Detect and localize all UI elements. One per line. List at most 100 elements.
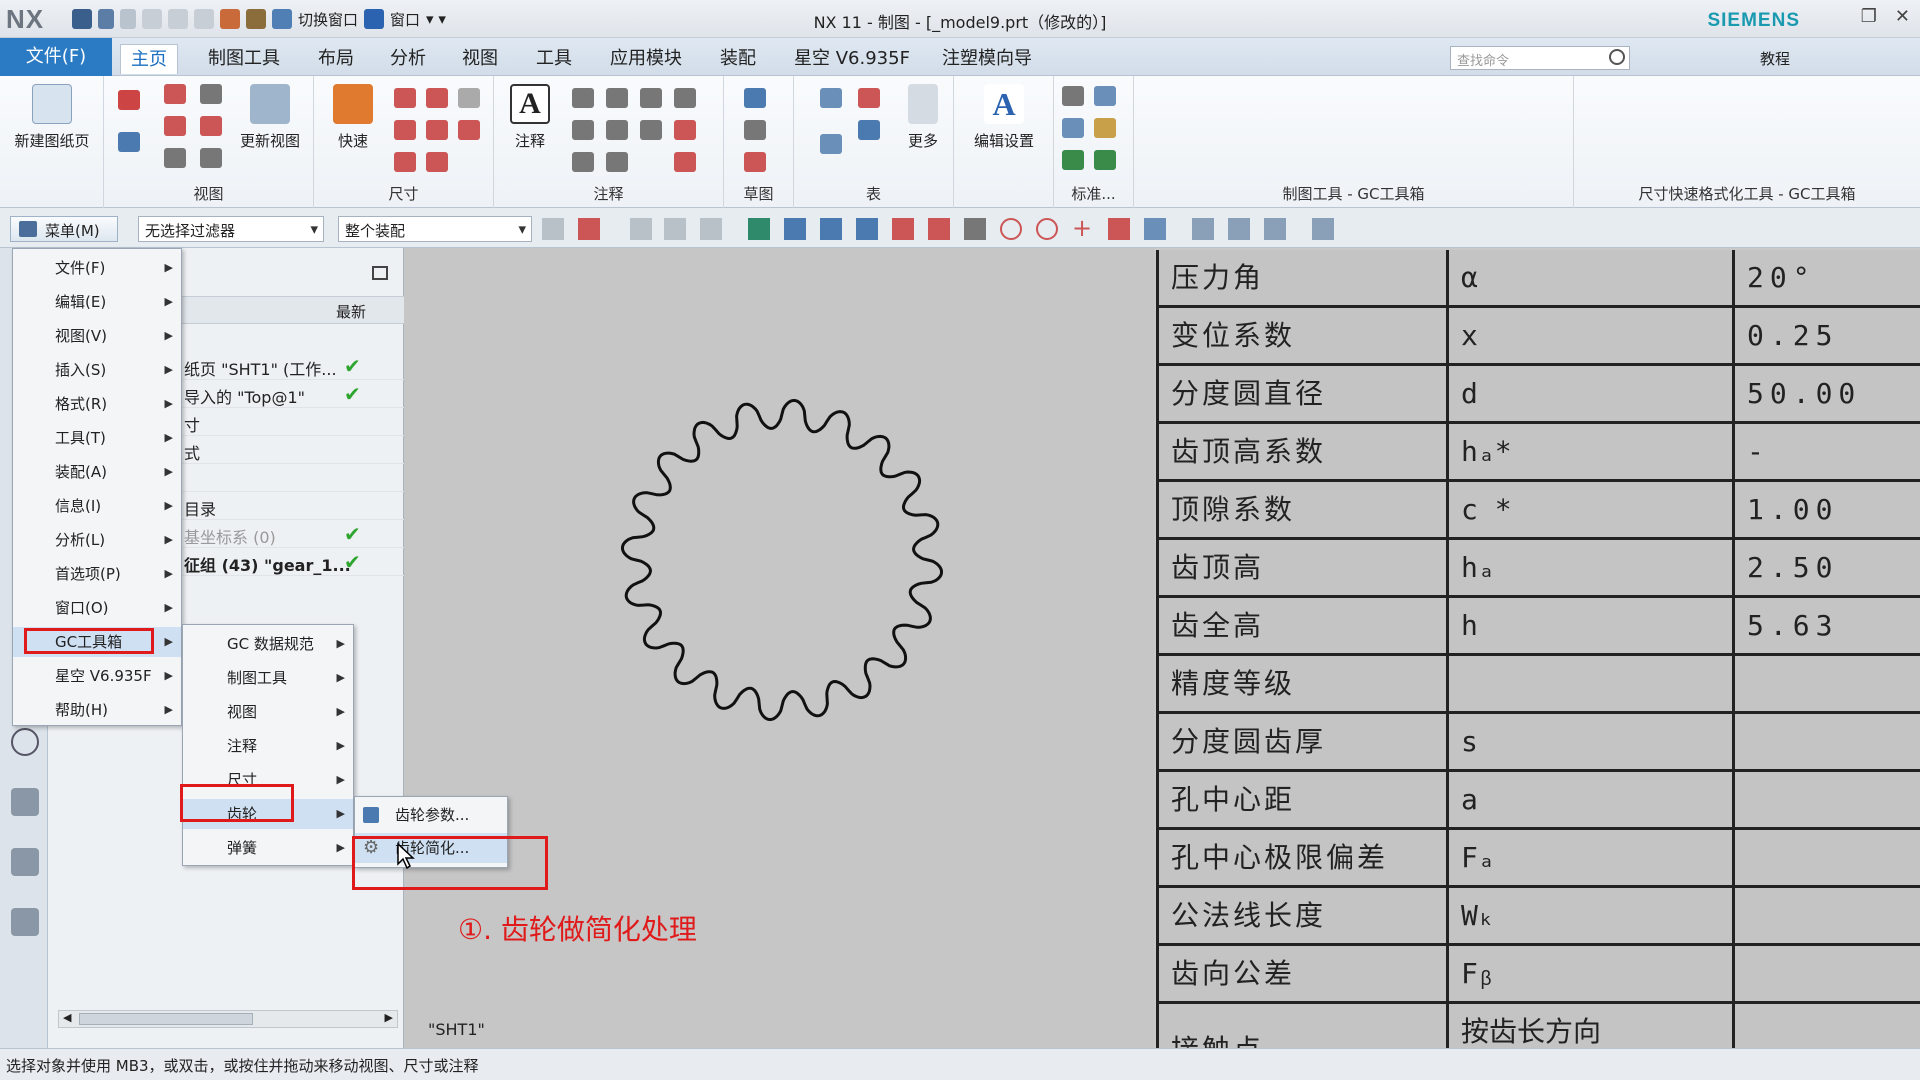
tab-mold-wizard[interactable]: 注塑模向导 (932, 44, 1042, 74)
tab-application[interactable]: 应用模块 (600, 44, 692, 74)
snap-icon[interactable] (820, 218, 842, 240)
base-view-icon[interactable] (118, 90, 140, 110)
menu-item-format[interactable]: 格式(R) ▶ (13, 389, 181, 419)
selection-tool-icon[interactable] (542, 218, 564, 240)
dimension-icon[interactable] (394, 88, 416, 108)
snap-icon[interactable] (1108, 218, 1130, 240)
history-icon[interactable] (11, 728, 39, 756)
tutorial-button[interactable]: 教程 (1760, 48, 1790, 69)
tab-drafting-tools[interactable]: 制图工具 (198, 44, 290, 74)
menu-item-view[interactable]: 视图(V) ▶ (13, 321, 181, 351)
annotation-tool-icon[interactable] (606, 120, 628, 140)
dimension-icon[interactable] (426, 88, 448, 108)
dimension-icon[interactable] (458, 120, 480, 140)
annotation-tool-icon[interactable] (572, 88, 594, 108)
tab-tools[interactable]: 工具 (526, 44, 582, 74)
annotation-tool-icon[interactable] (572, 120, 594, 140)
circle-snap-icon[interactable] (1036, 218, 1058, 240)
snap-icon[interactable] (892, 218, 914, 240)
plus-snap-icon[interactable]: + (1072, 216, 1094, 240)
hatch-icon[interactable] (674, 120, 696, 140)
rectangle-icon[interactable] (744, 120, 766, 140)
annotation-button[interactable]: A 注释 (502, 84, 558, 151)
balloon-icon[interactable] (858, 88, 880, 108)
menu-button[interactable]: 菜单(M) (10, 216, 118, 242)
submenu-item-annotation[interactable]: 注释 ▶ (183, 731, 353, 761)
view-tool-icon[interactable] (1228, 218, 1250, 240)
close-icon[interactable]: ✕ (1895, 6, 1910, 27)
menu-item-tools[interactable]: 工具(T) ▶ (13, 423, 181, 453)
quick-dimension-button[interactable]: 快速 (328, 84, 378, 151)
standard-icon[interactable] (1062, 86, 1084, 106)
sketch-icon[interactable] (744, 88, 766, 108)
annotation-tool-icon[interactable] (606, 88, 628, 108)
snap-icon[interactable] (784, 218, 806, 240)
tab-view[interactable]: 视图 (452, 44, 508, 74)
scrollbar-thumb[interactable] (79, 1013, 253, 1025)
dimension-icon[interactable] (426, 120, 448, 140)
gear-parameters-item[interactable]: 齿轮参数... (355, 800, 507, 830)
navigator-icon[interactable] (11, 908, 39, 936)
view-tool-icon[interactable] (1264, 218, 1286, 240)
view-icon[interactable] (200, 148, 222, 168)
snap-icon[interactable] (748, 218, 770, 240)
tab-layout[interactable]: 布局 (308, 44, 364, 74)
roles-icon[interactable] (11, 788, 39, 816)
dimension-icon[interactable] (458, 88, 480, 108)
tab-analysis[interactable]: 分析 (380, 44, 436, 74)
menu-item-window[interactable]: 窗口(O) ▶ (13, 593, 181, 623)
snap-icon[interactable] (964, 218, 986, 240)
annotation-tool-icon[interactable] (674, 152, 696, 172)
annotation-tool-icon[interactable] (674, 88, 696, 108)
tab-home[interactable]: 主页 (120, 44, 178, 74)
line-icon[interactable] (744, 152, 766, 172)
menu-item-insert[interactable]: 插入(S) ▶ (13, 355, 181, 385)
rectangle-select-icon[interactable] (700, 218, 722, 240)
menu-item-assembly[interactable]: 装配(A) ▶ (13, 457, 181, 487)
scroll-left-icon[interactable]: ◀ (63, 1011, 71, 1024)
annotation-tool-icon[interactable] (572, 152, 594, 172)
submenu-item-view[interactable]: 视图 ▶ (183, 697, 353, 727)
annotation-tool-icon[interactable] (640, 120, 662, 140)
selection-tool-icon[interactable] (578, 218, 600, 240)
center-snap-icon[interactable] (1000, 218, 1022, 240)
dimension-icon[interactable] (394, 152, 416, 172)
annotation-tool-icon[interactable] (606, 152, 628, 172)
submenu-item-gc-data-spec[interactable]: GC 数据规范 ▶ (183, 629, 353, 659)
parts-list-icon[interactable] (858, 120, 880, 140)
selection-tool-icon[interactable] (630, 218, 652, 240)
more-button[interactable]: 更多 (898, 84, 948, 151)
restore-icon[interactable]: ❐ (1861, 6, 1877, 27)
selection-tool-icon[interactable] (664, 218, 686, 240)
menu-item-analysis[interactable]: 分析(L) ▶ (13, 525, 181, 555)
gear-parameter-table[interactable]: 压力角 α 20° 变位系数 x 0.25 分度圆直径 d 50.00 齿顶高系数 hₐ* - … (1156, 250, 1920, 1066)
horizontal-scrollbar[interactable]: ◀ ▶ (58, 1010, 398, 1028)
annotation-tool-icon[interactable] (640, 88, 662, 108)
view-icon[interactable] (200, 84, 222, 104)
menu-item-xingkong[interactable]: 星空 V6.935F ▶ (13, 661, 181, 691)
projected-view-icon[interactable] (118, 132, 140, 152)
snap-icon[interactable] (928, 218, 950, 240)
table-icon[interactable] (820, 134, 842, 154)
standard-icon[interactable] (1062, 150, 1084, 170)
assembly-scope-select[interactable]: 整个装配 (338, 216, 532, 242)
submenu-item-drafting-tools[interactable]: 制图工具 ▶ (183, 663, 353, 693)
search-icon[interactable] (1609, 49, 1625, 65)
menu-item-edit[interactable]: 编辑(E) ▶ (13, 287, 181, 317)
new-sheet-button[interactable]: 新建图纸页 (10, 84, 94, 151)
maximize-icon[interactable] (372, 266, 388, 280)
command-search-input[interactable]: 查找命令 (1450, 46, 1630, 70)
snap-icon[interactable] (1144, 218, 1166, 240)
standard-icon[interactable] (1094, 86, 1116, 106)
menu-item-preferences[interactable]: 首选项(P) ▶ (13, 559, 181, 589)
submenu-item-spring[interactable]: 弹簧 ▶ (183, 833, 353, 863)
snap-icon[interactable] (856, 218, 878, 240)
view-tool-icon[interactable] (1312, 218, 1334, 240)
detail-view-icon[interactable] (164, 116, 186, 136)
view-tool-icon[interactable] (1192, 218, 1214, 240)
tab-xingkong[interactable]: 星空 V6.935F (784, 44, 920, 74)
break-view-icon[interactable] (164, 148, 186, 168)
menu-item-info[interactable]: 信息(I) ▶ (13, 491, 181, 521)
dimension-icon[interactable] (426, 152, 448, 172)
table-icon[interactable] (820, 88, 842, 108)
